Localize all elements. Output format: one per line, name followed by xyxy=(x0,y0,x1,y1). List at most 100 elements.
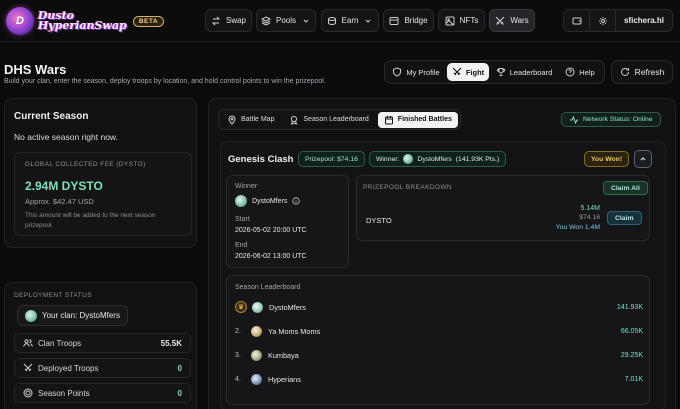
leaderboard-row[interactable]: 4. Hyperians 7.01K xyxy=(235,370,643,388)
refresh-button[interactable]: Refresh xyxy=(611,60,673,84)
leaderboard-row[interactable]: 3. Kumbaya 29.25K xyxy=(235,346,643,364)
leaderboard-row[interactable]: 2. Ya Moms Moms 66.05K xyxy=(235,322,643,340)
season-leaderboard-title: Season Leaderboard xyxy=(235,284,301,291)
tab-leaderboard[interactable]: Leaderboard xyxy=(491,63,557,81)
current-season-title: Current Season xyxy=(14,111,89,122)
refresh-icon xyxy=(620,67,630,77)
battles-panel: Battle Map Season Leaderboard Finished B… xyxy=(208,98,676,409)
activity-icon xyxy=(569,115,579,125)
info-icon[interactable] xyxy=(292,197,301,205)
map-pin-icon xyxy=(227,115,237,125)
battle-card-genesis-clash: Genesis Clash Prizepool: $74.16 Winner: … xyxy=(220,141,666,409)
prizepool-chip: Prizepool: $74.16 xyxy=(298,151,365,167)
top-navigation-bar: D Dusto HyperianSwap BETA Swap Pools Ear… xyxy=(0,0,680,42)
medal-icon xyxy=(289,115,299,125)
claim-button[interactable]: Claim xyxy=(607,211,642,225)
start-value: 2026-05-02 20:00 UTC xyxy=(235,227,307,234)
nav-swap[interactable]: Swap xyxy=(205,9,252,32)
stat-season-points-label: Season Points xyxy=(38,388,90,398)
battle-sub-tabs: Battle Map Season Leaderboard Finished B… xyxy=(218,109,461,130)
tab-leaderboard-label: Leaderboard xyxy=(509,67,553,77)
logo-mark: D xyxy=(6,7,34,35)
global-fee-value: 2.94M DYSTO xyxy=(25,179,103,193)
prize-you-won: You Won 1.4M xyxy=(555,224,600,231)
nav-earn[interactable]: Earn xyxy=(321,9,379,32)
stat-clan-troops: Clan Troops 55.5K xyxy=(14,333,191,353)
coins-icon xyxy=(327,16,337,26)
brand-name: Dusto HyperianSwap xyxy=(38,10,127,31)
leaderboard-rank: 4. xyxy=(235,375,241,383)
image-icon xyxy=(445,16,455,26)
nav-wars-label: Wars xyxy=(510,16,529,25)
you-won-badge: You Won! xyxy=(584,151,630,167)
winner-details: Winner DystoMfers Start 2026-05-02 20:00… xyxy=(226,175,349,268)
wallet-button[interactable] xyxy=(564,10,590,31)
page-title: DHS Wars xyxy=(4,62,67,77)
account-controls: sfichera.hl xyxy=(563,9,673,32)
current-season-card: Current Season No active season right no… xyxy=(4,98,197,248)
tab-finished-battles[interactable]: Finished Battles xyxy=(377,111,458,128)
tab-my-profile[interactable]: My Profile xyxy=(387,63,445,81)
tab-fight[interactable]: Fight xyxy=(447,63,489,81)
stat-deployed-troops: Deployed Troops 0 xyxy=(14,358,191,378)
leaderboard-points: 7.01K xyxy=(624,375,643,383)
your-clan-text: Your clan: DystoMfers xyxy=(42,311,120,320)
wallet-icon xyxy=(572,16,582,26)
users-icon xyxy=(23,338,33,348)
end-label: End xyxy=(235,242,248,249)
trophy-icon xyxy=(496,67,506,77)
gear-icon xyxy=(598,16,608,26)
tab-battle-map[interactable]: Battle Map xyxy=(221,112,280,128)
shield-icon xyxy=(392,67,402,77)
deploy-icon xyxy=(23,363,33,373)
deployment-status-label: DEPLOYMENT STATUS xyxy=(14,292,92,299)
leaderboard-points: 29.25K xyxy=(620,351,643,359)
tab-help-label: Help xyxy=(579,67,595,77)
winner-chip-points: (141.93K Pts.) xyxy=(455,155,500,163)
leaderboard-row[interactable]: ♛ DystoMfers 141.93K xyxy=(235,298,643,316)
target-icon xyxy=(23,388,33,398)
start-label: Start xyxy=(235,216,250,223)
refresh-label: Refresh xyxy=(634,67,665,77)
chevron-down-icon xyxy=(363,16,373,26)
nav-nfts-label: NFTs xyxy=(459,16,479,25)
leaderboard-name: Hyperians xyxy=(268,374,301,384)
collapse-button[interactable] xyxy=(634,150,652,168)
leaderboard-rank: 2. xyxy=(235,327,241,335)
claim-all-button[interactable]: Claim All xyxy=(603,181,648,195)
page-subtitle: Build your clan, enter the season, deplo… xyxy=(4,78,326,85)
stat-deployed-troops-value: 0 xyxy=(177,363,182,373)
tab-finished-battles-label: Finished Battles xyxy=(397,116,452,123)
nav-pools-label: Pools xyxy=(275,16,296,25)
tab-season-leaderboard[interactable]: Season Leaderboard xyxy=(282,112,375,128)
prizepool-breakdown: PRIZEPOOL BREAKDOWN Claim All DYSTO 5.14… xyxy=(356,175,650,241)
settings-button[interactable] xyxy=(590,10,616,31)
end-value: 2026-06-02 13:00 UTC xyxy=(235,253,307,260)
leaderboard-points: 66.05K xyxy=(620,327,643,335)
swap-icon xyxy=(211,16,221,26)
nav-bridge[interactable]: Bridge xyxy=(383,9,434,32)
stat-clan-troops-value: 55.5K xyxy=(160,338,182,348)
current-season-message: No active season right now. xyxy=(14,132,118,142)
nav-pools[interactable]: Pools xyxy=(256,9,316,32)
clan-avatar xyxy=(251,349,262,361)
winner-chip: Winner: DystoMfers (141.93K Pts.) xyxy=(369,151,507,167)
leaderboard-points: 141.93K xyxy=(616,303,643,311)
tab-fight-label: Fight xyxy=(465,67,485,77)
winner-avatar xyxy=(235,195,247,207)
nav-nfts[interactable]: NFTs xyxy=(438,9,485,32)
clan-avatar xyxy=(252,301,263,313)
nav-swap-label: Swap xyxy=(225,16,246,25)
winner-chip-avatar xyxy=(403,154,414,164)
beta-badge: BETA xyxy=(132,15,165,27)
username-button[interactable]: sfichera.hl xyxy=(616,10,672,31)
brand-logo[interactable]: D Dusto HyperianSwap BETA xyxy=(6,6,165,36)
deployment-status-card: DEPLOYMENT STATUS Your clan: DystoMfers … xyxy=(4,282,197,409)
nav-earn-label: Earn xyxy=(341,16,359,25)
winner-row: DystoMfers xyxy=(235,195,301,207)
clan-avatar xyxy=(25,309,37,322)
winner-name: DystoMfers xyxy=(252,197,288,205)
nav-wars[interactable]: Wars xyxy=(489,9,535,32)
season-leaderboard: Season Leaderboard ♛ DystoMfers 141.93K … xyxy=(226,275,650,405)
tab-help[interactable]: Help xyxy=(559,63,601,81)
